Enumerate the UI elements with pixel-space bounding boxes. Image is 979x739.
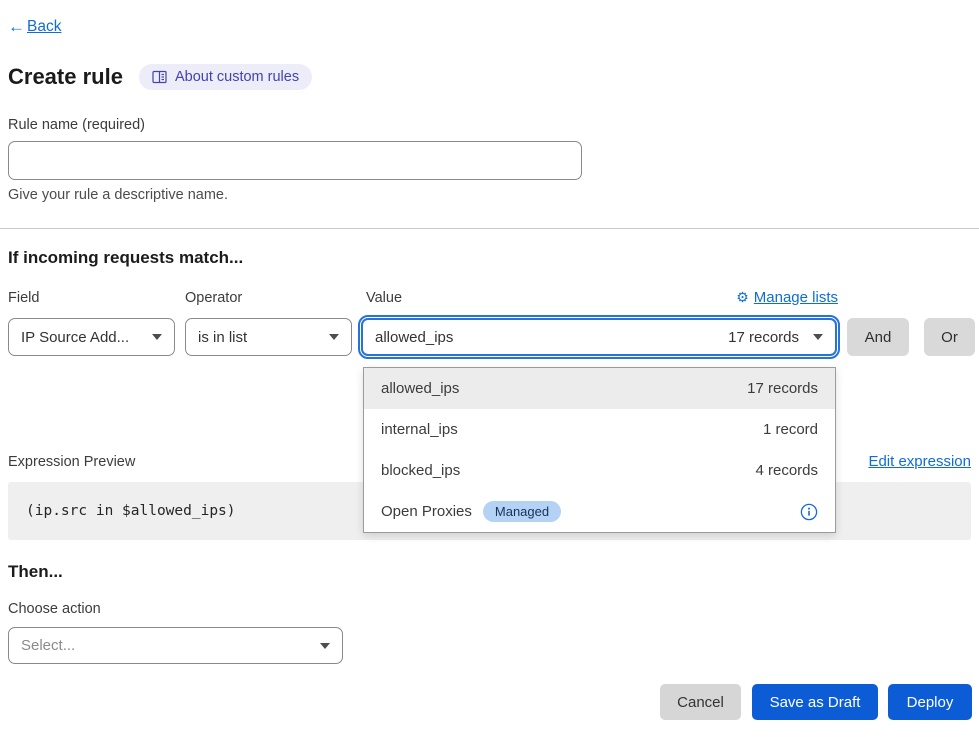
cancel-button[interactable]: Cancel (660, 684, 741, 720)
chevron-down-icon (152, 334, 162, 340)
manage-lists-label: Manage lists (754, 289, 838, 306)
list-item-count: 4 records (755, 462, 818, 479)
field-select[interactable]: IP Source Add... (8, 318, 175, 356)
action-select-placeholder: Select... (21, 637, 75, 654)
expression-code: (ip.src in $allowed_ips) (26, 503, 236, 519)
rule-name-helper-text: Give your rule a descriptive name. (8, 187, 228, 203)
title-row: Create rule About custom rules (8, 64, 312, 90)
list-item-name: blocked_ips (381, 462, 460, 479)
back-link[interactable]: ←Back (8, 17, 61, 37)
value-select-record-count: 17 records (728, 329, 799, 346)
section-divider (0, 228, 979, 229)
field-select-value: IP Source Add... (21, 329, 129, 346)
list-item-open-proxies[interactable]: Open Proxies Managed (364, 491, 835, 532)
field-label: Field (8, 290, 39, 306)
list-item-internal-ips[interactable]: internal_ips 1 record (364, 409, 835, 450)
page-title: Create rule (8, 64, 123, 90)
list-item-blocked-ips[interactable]: blocked_ips 4 records (364, 450, 835, 491)
list-item-count: 17 records (747, 380, 818, 397)
list-item-name: internal_ips (381, 421, 458, 438)
or-button[interactable]: Or (924, 318, 975, 356)
operator-label: Operator (185, 290, 242, 306)
chevron-down-icon (813, 334, 823, 340)
book-icon (152, 70, 167, 84)
about-custom-rules-link[interactable]: About custom rules (139, 64, 312, 90)
create-rule-page: ←Back Create rule About custom rules Rul… (0, 0, 979, 739)
value-label: Value (366, 290, 402, 306)
operator-select-value: is in list (198, 329, 247, 346)
list-item-count: 1 record (763, 421, 818, 438)
back-arrow-icon: ← (8, 17, 25, 37)
action-select[interactable]: Select... (8, 627, 343, 664)
value-select[interactable]: allowed_ips 17 records (361, 318, 837, 356)
save-as-draft-button[interactable]: Save as Draft (752, 684, 878, 720)
value-select-value: allowed_ips (375, 329, 453, 346)
list-item-name: Open Proxies (381, 503, 472, 520)
and-button[interactable]: And (847, 318, 909, 356)
managed-badge: Managed (483, 501, 561, 522)
choose-action-label: Choose action (8, 601, 101, 617)
edit-expression-link[interactable]: Edit expression (868, 453, 971, 470)
back-label: Back (27, 18, 61, 36)
match-section-heading: If incoming requests match... (8, 248, 243, 268)
value-dropdown-list: allowed_ips 17 records internal_ips 1 re… (363, 367, 836, 533)
gear-icon: ⚙ (736, 289, 749, 306)
info-icon[interactable] (800, 503, 818, 521)
then-section-heading: Then... (8, 562, 63, 582)
list-item-name: allowed_ips (381, 380, 459, 397)
operator-select[interactable]: is in list (185, 318, 352, 356)
chevron-down-icon (320, 643, 330, 649)
deploy-button[interactable]: Deploy (888, 684, 972, 720)
manage-lists-link[interactable]: ⚙ Manage lists (736, 289, 838, 306)
list-item-allowed-ips[interactable]: allowed_ips 17 records (364, 368, 835, 409)
rule-name-input[interactable] (8, 141, 582, 180)
expression-preview-label: Expression Preview (8, 454, 135, 470)
rule-name-label: Rule name (required) (8, 117, 145, 133)
chevron-down-icon (329, 334, 339, 340)
about-label: About custom rules (175, 69, 299, 85)
